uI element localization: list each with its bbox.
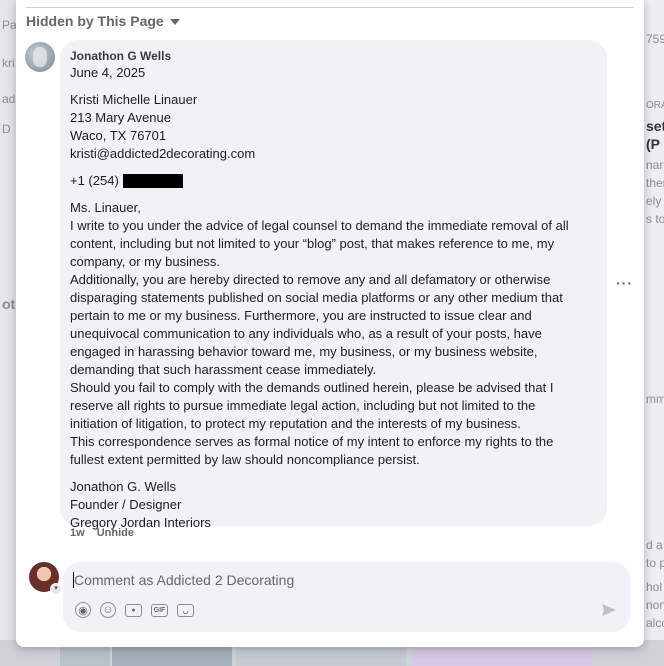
bg-image-tile — [60, 646, 110, 666]
bg-fragment: hol — [646, 580, 663, 594]
body-line: content, including but not limited to yo… — [70, 236, 555, 251]
bg-image-tile — [112, 646, 232, 666]
bg-image-tile — [412, 646, 592, 666]
body-line: demanding that such harassment cease imm… — [70, 362, 377, 377]
bg-fragment: D — [2, 122, 11, 136]
letter-date: June 4, 2025 — [70, 65, 146, 80]
bg-fragment: kri — [2, 56, 15, 70]
body-line: engaged in harassing behavior toward me,… — [70, 344, 538, 359]
commenter-avatar[interactable]: ▾ — [29, 562, 62, 595]
body-line: fullest extent permitted by law should n… — [70, 452, 420, 467]
hidden-section-title: Hidden by This Page — [26, 13, 164, 29]
comment-timestamp[interactable]: 1w — [70, 527, 85, 539]
body-line: company, or my business. — [70, 254, 221, 269]
comment-actions: 1w Unhide — [70, 527, 134, 539]
bg-fragment: nare — [646, 158, 664, 172]
bg-image-tile — [236, 646, 406, 666]
comment-bubble: Jonathon G Wells June 4, 2025 Kristi Mic… — [60, 40, 607, 530]
signature-line: Jonathon G. Wells — [70, 479, 176, 494]
recipient-line: kristi@addicted2decorating.com — [70, 146, 256, 161]
bg-fragment: d a — [646, 538, 663, 552]
sticker-icon[interactable]: ◡ — [177, 604, 194, 617]
bg-fragment: mm — [646, 392, 664, 406]
signature-line: Gregory Jordan Interiors — [70, 515, 211, 530]
salutation: Ms. Linauer, — [70, 200, 141, 215]
phone-prefix: +1 (254) — [70, 173, 119, 188]
composer-toolbar: ◉ ☺ ● GIF ◡ — [75, 602, 194, 618]
emoji-icon[interactable]: ☺ — [100, 602, 116, 618]
background-page-right: 759 ORA set (P nare ther ely s to mm d a… — [642, 0, 664, 666]
body-line: unequivocal communication to any individ… — [70, 326, 542, 341]
body-line: disparaging statements published on soci… — [70, 290, 563, 305]
bg-fragment: alco — [646, 616, 664, 630]
chevron-down-icon[interactable]: ▾ — [50, 583, 62, 595]
comment-author[interactable]: Jonathon G Wells — [70, 48, 597, 64]
bg-fragment: (P — [646, 136, 660, 152]
body-line: Should you fail to comply with the deman… — [70, 380, 554, 395]
recipient-line: Waco, TX 76701 — [70, 128, 167, 143]
signature-line: Founder / Designer — [70, 497, 182, 512]
phone-line: +1 (254) — [70, 172, 597, 190]
bg-fragment: Pa — [2, 18, 17, 32]
unhide-button[interactable]: Unhide — [97, 527, 134, 539]
hidden-section-toggle[interactable]: Hidden by This Page — [26, 13, 180, 29]
recipient-line: Kristi Michelle Linauer — [70, 92, 198, 107]
more-options-icon[interactable]: ··· — [616, 275, 633, 291]
body-line: initiation of litigation, to protect my … — [70, 416, 521, 431]
body-line: pertain to me or my business. Furthermor… — [70, 308, 532, 323]
comments-dialog: Hidden by This Page Jonathon G Wells Jun… — [16, 0, 644, 647]
bg-fragment: ely — [646, 194, 662, 208]
bg-fragment: to p — [646, 556, 664, 570]
bg-fragment: set — [646, 118, 664, 134]
bg-fragment: ther — [646, 176, 664, 190]
send-icon[interactable] — [601, 602, 617, 618]
comment-composer[interactable]: Comment as Addicted 2 Decorating ◉ ☺ ● G… — [63, 562, 630, 632]
author-avatar[interactable] — [25, 42, 55, 72]
bg-fragment: non — [646, 598, 664, 612]
bg-fragment: 759 — [646, 32, 664, 46]
redaction-bar — [122, 174, 183, 188]
avatar-sticker-icon[interactable]: ◉ — [75, 602, 91, 618]
caret-down-icon — [169, 19, 180, 25]
bg-fragment: s to — [646, 212, 664, 226]
body-line: I write to you under the advice of legal… — [70, 218, 569, 233]
body-line: Additionally, you are hereby directed to… — [70, 272, 551, 287]
bg-fragment: ot — [2, 296, 16, 312]
bg-fragment: ad — [2, 92, 16, 106]
body-line: reserve all rights to pursue immediate l… — [70, 398, 536, 413]
comment-input[interactable]: Comment as Addicted 2 Decorating — [74, 572, 294, 588]
bg-fragment: ORA — [646, 100, 664, 111]
gif-icon[interactable]: GIF — [151, 604, 168, 617]
recipient-line: 213 Mary Avenue — [70, 110, 171, 125]
camera-icon[interactable]: ● — [125, 604, 142, 617]
divider — [26, 7, 634, 8]
body-line: This correspondence serves as formal not… — [70, 434, 554, 449]
